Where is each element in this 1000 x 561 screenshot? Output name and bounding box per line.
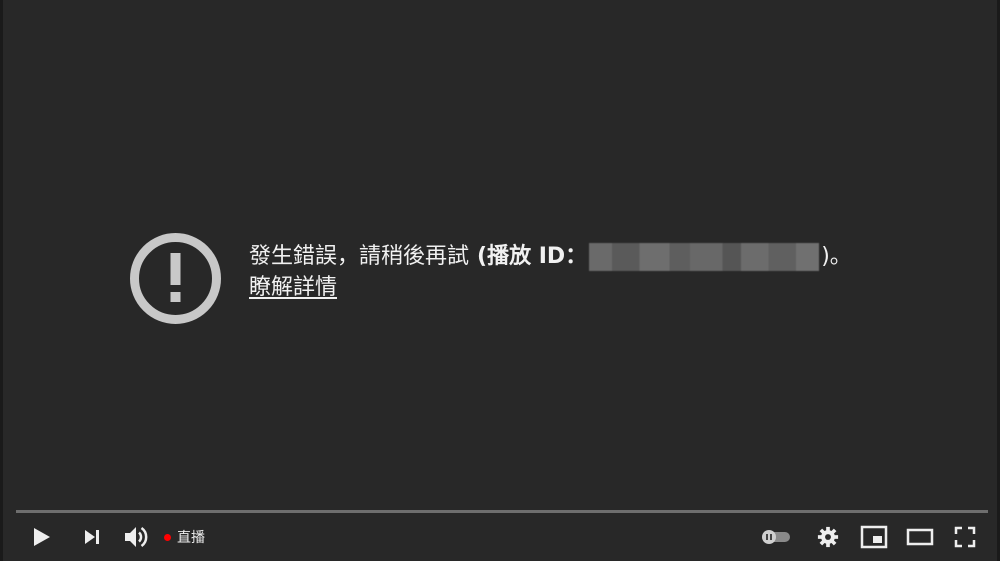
fullscreen-button[interactable] bbox=[952, 525, 978, 549]
live-indicator[interactable]: 直播 bbox=[164, 527, 205, 547]
play-icon bbox=[34, 528, 50, 546]
next-button[interactable] bbox=[80, 525, 104, 549]
video-player[interactable]: 發生錯誤，請稍後再試 (播放 ID： )。 瞭解詳情 直播 bbox=[0, 0, 1000, 561]
skip-next-icon bbox=[85, 530, 99, 544]
volume-button[interactable] bbox=[121, 524, 151, 550]
fullscreen-icon bbox=[954, 526, 976, 548]
volume-icon bbox=[125, 526, 148, 548]
play-button[interactable] bbox=[28, 525, 56, 549]
playback-id-close: )。 bbox=[821, 244, 852, 269]
theater-mode-button[interactable] bbox=[904, 526, 936, 548]
progress-bar[interactable] bbox=[16, 510, 988, 513]
live-dot bbox=[164, 533, 171, 541]
playback-id-redacted bbox=[589, 242, 820, 271]
miniplayer-button[interactable] bbox=[858, 524, 890, 550]
autoplay-toggle[interactable] bbox=[759, 527, 793, 547]
error-message-line: 發生錯誤，請稍後再試 (播放 ID： )。 bbox=[249, 241, 949, 272]
controls-bar: 直播 bbox=[0, 517, 1000, 557]
settings-button[interactable] bbox=[815, 525, 841, 549]
error-message-block: 發生錯誤，請稍後再試 (播放 ID： )。 瞭解詳情 bbox=[249, 241, 949, 303]
miniplayer-icon bbox=[860, 525, 888, 549]
autoplay-toggle-icon bbox=[762, 530, 790, 544]
error-message: 發生錯誤，請稍後再試 bbox=[249, 244, 470, 269]
live-label: 直播 bbox=[177, 530, 205, 546]
alert-circle-icon bbox=[129, 232, 222, 325]
gear-icon bbox=[817, 526, 839, 548]
theater-mode-icon bbox=[906, 528, 934, 546]
learn-more-link[interactable]: 瞭解詳情 bbox=[249, 275, 337, 300]
playback-id-label: (播放 ID： bbox=[477, 244, 588, 269]
